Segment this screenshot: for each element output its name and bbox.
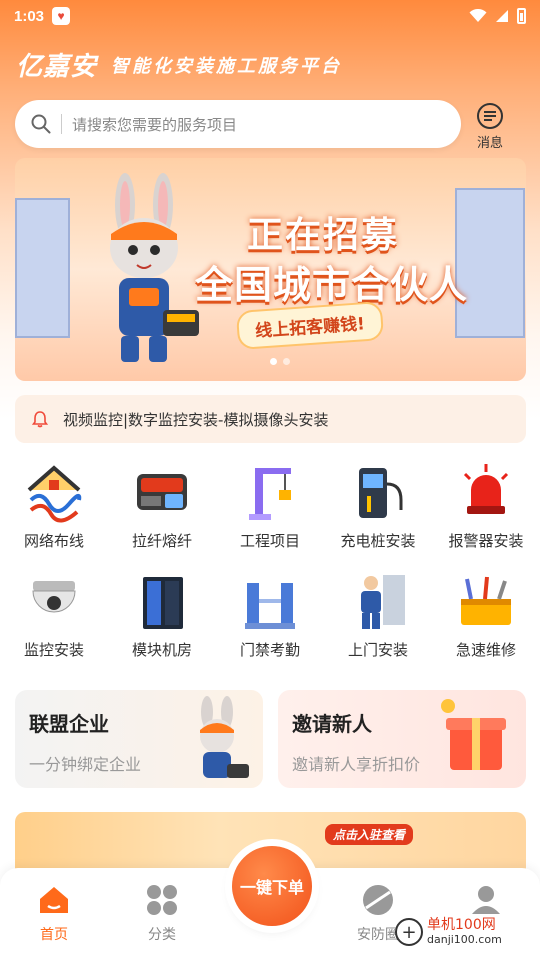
- access-gate-icon: [245, 583, 295, 629]
- charging-pile-icon: [359, 468, 403, 518]
- watermark-text: 单机100网 danji100.com: [427, 917, 502, 946]
- gift-box-icon: [441, 699, 506, 770]
- carousel-dot: [283, 358, 290, 365]
- rabbit-mascot-icon: [110, 173, 199, 362]
- service-label: 急速维修: [455, 641, 516, 659]
- watermark-url: danji100.com: [427, 932, 502, 946]
- battery-icon: [517, 8, 526, 24]
- rabbit-mascot-icon: [200, 696, 249, 778]
- tab-category-label: 分类: [148, 927, 176, 943]
- brand-header: 亿嘉安 智能化安装施工服务平台: [16, 46, 342, 83]
- crane-icon: [249, 468, 291, 520]
- search-icon: [31, 114, 51, 134]
- home-icon: [40, 887, 68, 913]
- message-icon: [477, 103, 503, 129]
- notice-text: 视频监控|数字监控安装-模拟摄像头安装: [63, 410, 329, 429]
- service-label: 模块机房: [131, 641, 192, 659]
- category-icon: [147, 885, 177, 915]
- service-engineering[interactable]: 工程项目: [216, 460, 324, 551]
- fiber-splicer-icon: [137, 474, 187, 510]
- watermark: + 单机100网 danji100.com: [395, 917, 502, 946]
- tab-security-label: 安防圈: [357, 927, 399, 943]
- status-time: 1:03: [14, 7, 45, 25]
- brand-slogan: 智能化安装施工服务平台: [111, 55, 343, 77]
- watermark-name: 单机100网: [427, 917, 496, 934]
- security-circle-icon: [363, 885, 393, 915]
- invite-new-user-card[interactable]: 邀请新人 邀请新人享折扣价: [278, 690, 526, 788]
- carousel-indicator: [270, 358, 290, 365]
- quick-order-button[interactable]: 一键下单: [232, 846, 312, 926]
- tab-home[interactable]: 首页: [14, 882, 94, 944]
- notice-bar[interactable]: 视频监控|数字监控安装-模拟摄像头安装: [15, 395, 526, 443]
- service-grid: 网络布线 拉纤熔纤 工程项目 充电桩安装 报警器安装 监控安装 模块机房 门禁考…: [0, 460, 540, 660]
- network-wiring-icon: [27, 465, 82, 523]
- service-label: 拉纤熔纤: [131, 532, 192, 550]
- service-label: 网络布线: [23, 532, 84, 550]
- tab-category[interactable]: 分类: [122, 882, 202, 944]
- service-label: 上门安装: [347, 641, 408, 659]
- service-label: 监控安装: [23, 641, 84, 659]
- service-label: 工程项目: [239, 532, 300, 550]
- search-placeholder: 请搜索您需要的服务项目: [72, 115, 238, 134]
- banner-carousel[interactable]: 正在招募 全国城市合伙人 线上拓客赚钱!: [15, 158, 526, 381]
- service-monitoring[interactable]: 监控安装: [0, 569, 108, 660]
- promo-badge: 点击入驻查看: [325, 824, 414, 845]
- signal-icon: [496, 10, 508, 22]
- service-network-wiring[interactable]: 网络布线: [0, 460, 108, 551]
- service-label: 报警器安装: [448, 532, 524, 550]
- alarm-light-icon: [463, 464, 509, 514]
- dome-camera-icon: [32, 581, 76, 613]
- alliance-enterprise-card[interactable]: 联盟企业 一分钟绑定企业: [15, 690, 263, 788]
- server-room-icon: [143, 577, 183, 629]
- search-input[interactable]: 请搜索您需要的服务项目: [15, 100, 461, 148]
- banner-title-1: 正在招募: [247, 215, 400, 256]
- app-notification-icon: ♥: [52, 7, 71, 25]
- service-server-room[interactable]: 模块机房: [108, 569, 216, 660]
- message-label: 消息: [476, 136, 503, 151]
- banner-building: [15, 198, 70, 338]
- bell-icon: [31, 411, 49, 428]
- watermark-plus-icon: +: [395, 918, 423, 946]
- brand-logo: 亿嘉安: [16, 52, 98, 82]
- message-button[interactable]: 消息: [468, 102, 512, 152]
- service-onsite-install[interactable]: 上门安装: [324, 569, 432, 660]
- user-icon: [472, 886, 500, 914]
- service-quick-repair[interactable]: 急速维修: [432, 569, 540, 660]
- banner-title-2: 全国城市合伙人: [195, 263, 469, 307]
- service-label: 门禁考勤: [239, 641, 300, 659]
- tab-home-label: 首页: [40, 927, 68, 943]
- status-bar: 1:03 ♥: [0, 0, 540, 32]
- service-access-control[interactable]: 门禁考勤: [216, 569, 324, 660]
- search-divider: [61, 114, 62, 134]
- service-alarm[interactable]: 报警器安装: [432, 460, 540, 551]
- service-fiber-splicing[interactable]: 拉纤熔纤: [108, 460, 216, 551]
- worker-icon: [361, 575, 405, 629]
- wifi-icon: [469, 9, 487, 22]
- service-charging-pile[interactable]: 充电桩安装: [324, 460, 432, 551]
- carousel-dot: [270, 358, 277, 365]
- service-label: 充电桩安装: [340, 532, 416, 550]
- toolbox-icon: [461, 576, 511, 625]
